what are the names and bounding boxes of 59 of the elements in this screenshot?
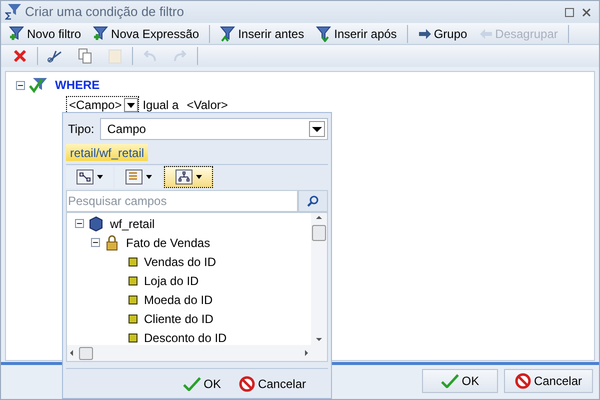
cube-icon — [88, 216, 104, 232]
clipboard-icon — [108, 48, 122, 64]
value-link[interactable]: <Valor> — [186, 96, 228, 114]
window-title: Criar uma condição de filtro — [25, 3, 185, 22]
redo-icon — [173, 50, 187, 62]
delete-icon — [13, 49, 27, 63]
tree-item[interactable]: wf_retail — [110, 214, 155, 232]
prohibited-icon — [238, 376, 255, 392]
tree-item[interactable]: Fato de Vendas — [126, 234, 210, 252]
tree-item[interactable]: Cliente do ID — [144, 310, 214, 328]
collapse-toggle[interactable] — [16, 80, 25, 90]
filter-sum-icon — [5, 3, 23, 21]
checkmark-icon — [182, 376, 201, 390]
diagram-icon — [76, 168, 94, 184]
scissors-icon — [47, 49, 63, 63]
hierarchy-icon — [175, 168, 193, 184]
list-icon — [125, 168, 143, 184]
toolbar-button[interactable]: Nova Expressão — [91, 24, 202, 44]
collapse-toggle[interactable] — [75, 219, 84, 228]
filter-insert-icon — [220, 26, 236, 42]
arrow-left-icon — [479, 28, 494, 40]
vertical-scrollbar[interactable] — [311, 213, 327, 345]
filter-add-icon — [93, 26, 110, 42]
undo-icon — [143, 50, 157, 62]
prohibited-icon — [514, 373, 531, 389]
horizontal-scrollbar[interactable] — [67, 345, 327, 361]
close-icon[interactable] — [582, 8, 591, 16]
toolbar-button[interactable]: Inserir após — [314, 24, 399, 44]
where-label[interactable]: WHERE — [55, 76, 100, 94]
toolbar-button[interactable]: Inserir antes — [218, 24, 306, 44]
tree-item[interactable]: Loja do ID — [144, 272, 199, 290]
cancel-button[interactable]: Cancelar — [504, 369, 593, 393]
toolbar-button[interactable]: Novo filtro — [7, 24, 84, 44]
cancel-button[interactable]: Cancelar — [232, 372, 312, 394]
copy-icon — [78, 48, 92, 64]
tree-item[interactable]: Moeda do ID — [144, 290, 213, 308]
search-field[interactable]: Pesquisar campos — [66, 190, 298, 212]
toolbar-button[interactable]: Grupo — [416, 24, 470, 44]
collapse-toggle[interactable] — [91, 238, 100, 247]
arrow-right-icon — [418, 28, 432, 40]
filter-add-icon — [9, 26, 25, 42]
padlock-icon — [104, 234, 120, 250]
filter-check-icon — [29, 77, 49, 93]
search-button[interactable] — [298, 190, 328, 212]
filter-insert-icon — [316, 26, 332, 42]
tree-item[interactable]: Vendas do ID — [144, 252, 216, 270]
tree-item[interactable]: Desconto do ID — [144, 328, 227, 345]
type-dropdown[interactable]: Campo — [100, 118, 328, 140]
source-tab[interactable]: retail/wf_retail — [66, 144, 148, 161]
view-toggle-button[interactable] — [164, 166, 213, 188]
operator-link[interactable]: Igual a — [142, 96, 179, 114]
ok-button[interactable]: OK — [422, 369, 498, 393]
view-toggle-button[interactable] — [66, 166, 113, 188]
ok-button[interactable]: OK — [176, 372, 227, 394]
search-icon — [307, 195, 319, 207]
view-toggle-button[interactable] — [115, 166, 162, 188]
maximize-icon[interactable] — [565, 8, 574, 16]
checkmark-icon — [440, 374, 459, 388]
type-label: Tipo: — [67, 121, 96, 138]
